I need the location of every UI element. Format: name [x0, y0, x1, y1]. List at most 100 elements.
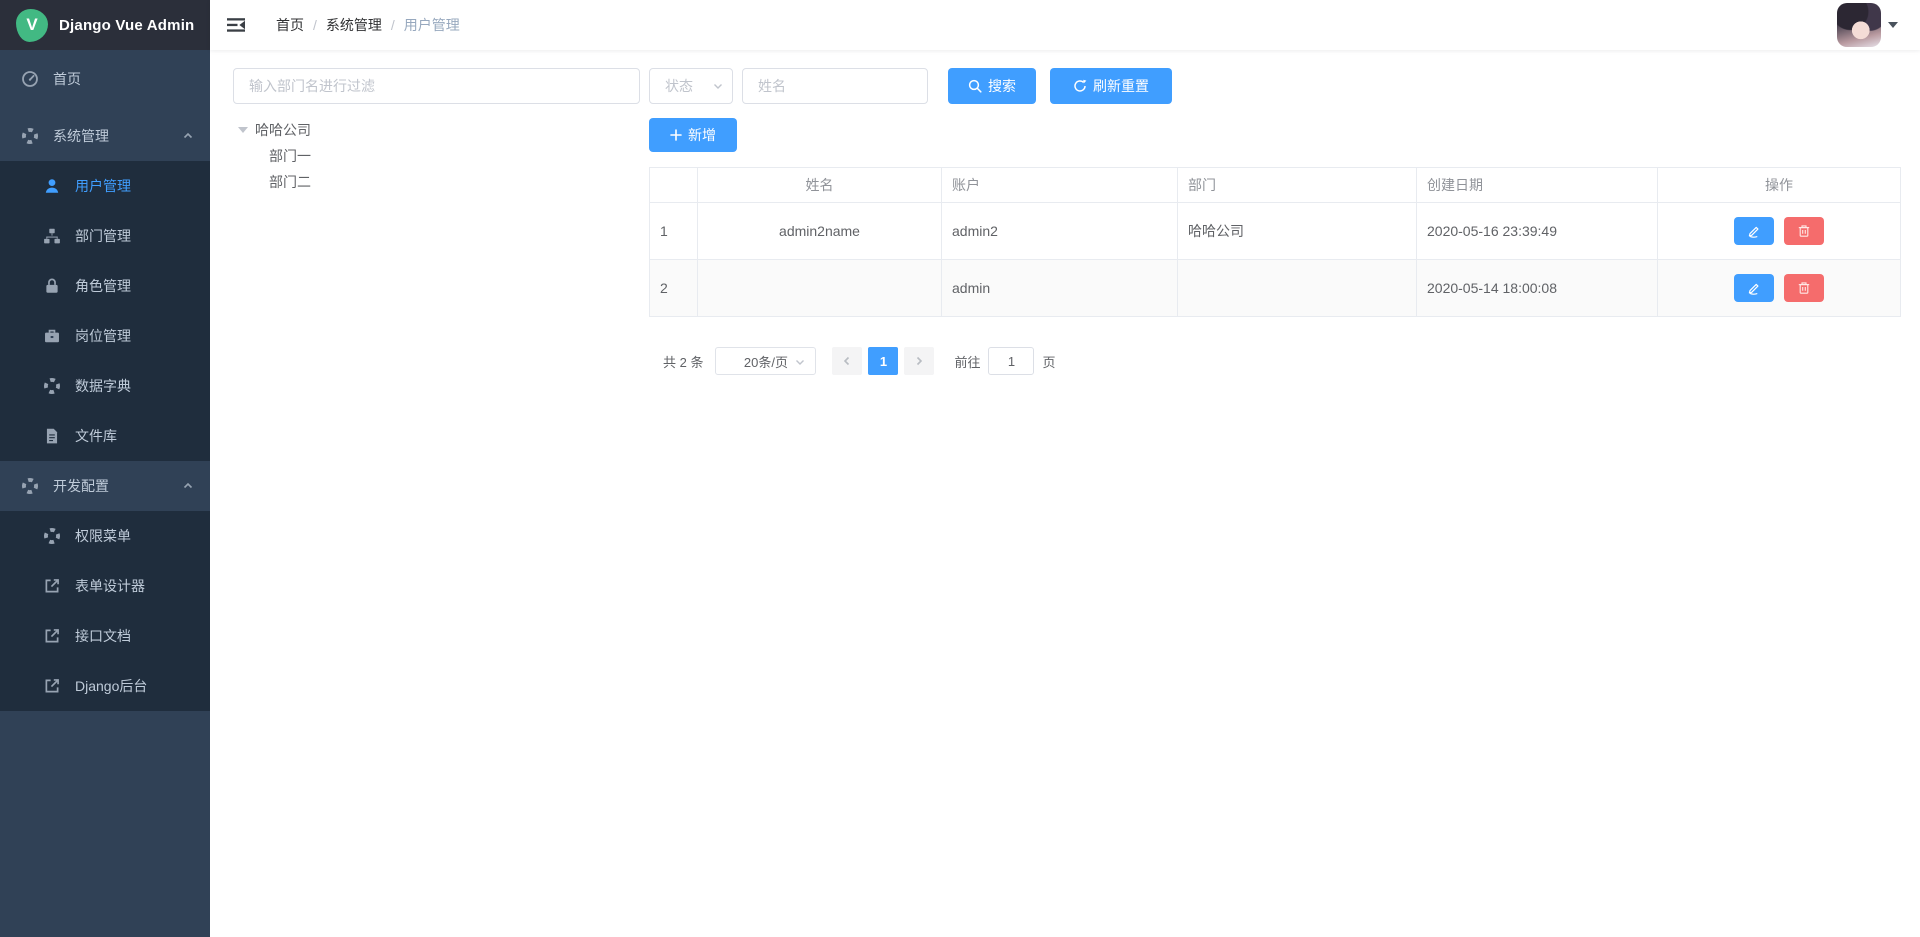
table-row: 2 admin 2020-05-14 18:00:08: [650, 260, 1901, 317]
sidebar-item-label: 角色管理: [75, 276, 131, 296]
briefcase-icon: [43, 327, 61, 345]
reset-button-label: 刷新重置: [1093, 76, 1149, 96]
hamburger-fold-icon: [226, 15, 246, 35]
sidebar-item-departments[interactable]: 部门管理: [0, 211, 210, 261]
sidebar-item-label: 岗位管理: [75, 326, 131, 346]
search-button-label: 搜索: [988, 76, 1016, 96]
search-button[interactable]: 搜索: [948, 68, 1036, 104]
filter-row: 搜索 刷新重置: [649, 68, 1901, 104]
sidebar-item-permission-menu[interactable]: 权限菜单: [0, 511, 210, 561]
sidebar-menu: 首页 系统管理 用户管理 部门管理: [0, 50, 210, 711]
sidebar-item-roles[interactable]: 角色管理: [0, 261, 210, 311]
dict-icon: [43, 377, 61, 395]
department-filter-input[interactable]: [233, 68, 640, 104]
breadcrumb-home[interactable]: 首页: [276, 15, 304, 35]
goto-page-input[interactable]: [988, 347, 1034, 375]
sidebar-item-files[interactable]: 文件库: [0, 411, 210, 461]
chevron-down-icon: [794, 356, 806, 368]
tree-node-child[interactable]: 部门一: [233, 143, 640, 169]
sidebar-item-dictionary[interactable]: 数据字典: [0, 361, 210, 411]
sidebar-item-label: 权限菜单: [75, 526, 131, 546]
col-department: 部门: [1178, 168, 1417, 203]
sidebar-section-label: 系统管理: [53, 126, 109, 146]
page-unit-label: 页: [1042, 352, 1055, 371]
sidebar-item-label: 接口文档: [75, 626, 131, 646]
sidebar-fold-button[interactable]: [210, 0, 262, 50]
chevron-right-icon: [913, 355, 925, 367]
topbar-right: [1837, 3, 1898, 47]
topbar: 首页 / 系统管理 / 用户管理: [210, 0, 1920, 50]
external-link-icon: [43, 627, 61, 645]
permission-icon: [43, 527, 61, 545]
goto-label: 前往: [954, 352, 980, 371]
department-tree: 哈哈公司 部门一 部门二: [233, 117, 640, 195]
cell-account: admin2: [942, 203, 1178, 260]
submenu-dev: 权限菜单 表单设计器 接口文档 Django后台: [0, 511, 210, 711]
sidebar-item-django-admin[interactable]: Django后台: [0, 661, 210, 711]
app-logo: V: [16, 9, 48, 42]
sidebar-item-label: 首页: [53, 69, 81, 89]
trash-icon: [1797, 281, 1811, 295]
cell-department: [1178, 260, 1417, 317]
sidebar-item-home[interactable]: 首页: [0, 54, 210, 104]
page-number-1[interactable]: 1: [868, 347, 898, 375]
external-link-icon: [43, 577, 61, 595]
breadcrumb: 首页 / 系统管理 / 用户管理: [276, 15, 460, 35]
cell-name: admin2name: [698, 203, 942, 260]
sidebar-item-label: 表单设计器: [75, 576, 145, 596]
main-area: 首页 / 系统管理 / 用户管理 哈哈公司 部门一 部门二: [210, 0, 1920, 937]
sidebar-item-users[interactable]: 用户管理: [0, 161, 210, 211]
document-icon: [43, 427, 61, 445]
component-icon: [21, 477, 39, 495]
edit-button[interactable]: [1734, 274, 1774, 302]
pagination-total: 共 2 条: [663, 352, 703, 371]
sidebar-item-label: 数据字典: [75, 376, 131, 396]
edit-pencil-icon: [1747, 224, 1761, 238]
user-management-panel: 搜索 刷新重置 新增: [649, 68, 1901, 375]
sidebar-section-system[interactable]: 系统管理: [0, 111, 210, 161]
cell-department: 哈哈公司: [1178, 203, 1417, 260]
refresh-reset-button[interactable]: 刷新重置: [1050, 68, 1172, 104]
delete-button[interactable]: [1784, 274, 1824, 302]
avatar-caret-down-icon[interactable]: [1888, 22, 1898, 28]
page-size-select[interactable]: 20条/页: [715, 347, 816, 375]
sidebar-item-label: 文件库: [75, 426, 117, 446]
tree-node-child[interactable]: 部门二: [233, 169, 640, 195]
sidebar-item-api-docs[interactable]: 接口文档: [0, 611, 210, 661]
col-name: 姓名: [698, 168, 942, 203]
next-page-button[interactable]: [904, 347, 934, 375]
col-account: 账户: [942, 168, 1178, 203]
user-avatar[interactable]: [1837, 3, 1881, 47]
name-filter-input[interactable]: [742, 68, 928, 104]
department-tree-panel: 哈哈公司 部门一 部门二: [233, 68, 640, 195]
tree-expand-caret-icon[interactable]: [238, 127, 248, 133]
tree-node-root[interactable]: 哈哈公司: [233, 117, 640, 143]
status-select-input[interactable]: [649, 68, 733, 104]
tree-node-label: 哈哈公司: [255, 120, 311, 140]
edit-button[interactable]: [1734, 217, 1774, 245]
app-title: Django Vue Admin: [59, 17, 194, 34]
col-created: 创建日期: [1417, 168, 1658, 203]
breadcrumb-system[interactable]: 系统管理: [326, 15, 382, 35]
user-icon: [43, 177, 61, 195]
chevron-up-icon: [182, 130, 194, 142]
pagination: 共 2 条 20条/页 1 前往 页: [663, 347, 1901, 375]
page-content: 哈哈公司 部门一 部门二: [210, 50, 1920, 937]
prev-page-button[interactable]: [832, 347, 862, 375]
breadcrumb-current: 用户管理: [404, 15, 460, 35]
sidebar-item-form-designer[interactable]: 表单设计器: [0, 561, 210, 611]
sidebar-item-label: 用户管理: [75, 176, 131, 196]
table-row: 1 admin2name admin2 哈哈公司 2020-05-16 23:3…: [650, 203, 1901, 260]
tree-node-label: 部门一: [269, 146, 311, 166]
add-button[interactable]: 新增: [649, 118, 737, 152]
logo-bar[interactable]: V Django Vue Admin: [0, 0, 210, 50]
sidebar-section-dev[interactable]: 开发配置: [0, 461, 210, 511]
cell-account: admin: [942, 260, 1178, 317]
cell-created: 2020-05-16 23:39:49: [1417, 203, 1658, 260]
plus-icon: [670, 129, 682, 141]
sidebar-item-posts[interactable]: 岗位管理: [0, 311, 210, 361]
chevron-up-icon: [182, 480, 194, 492]
sidebar-section-label: 开发配置: [53, 476, 109, 496]
status-select[interactable]: [649, 68, 733, 104]
delete-button[interactable]: [1784, 217, 1824, 245]
